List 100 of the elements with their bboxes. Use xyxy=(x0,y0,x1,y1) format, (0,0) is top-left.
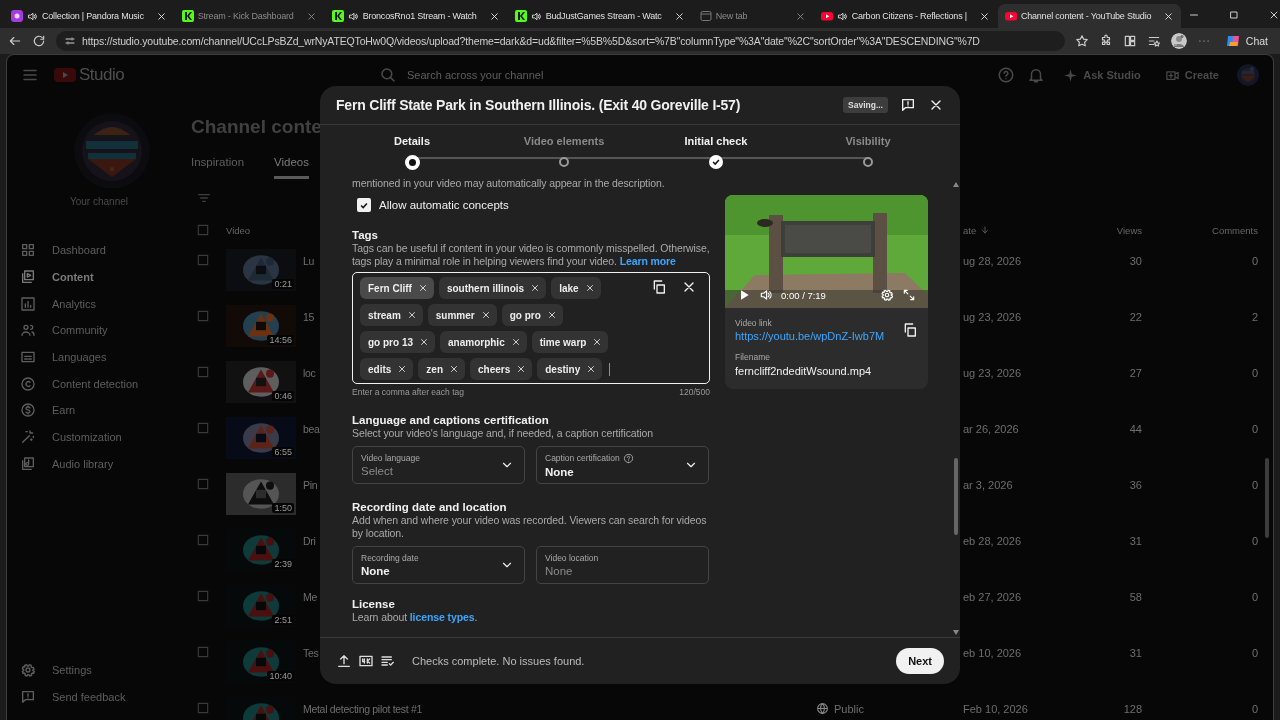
step-marker[interactable] xyxy=(863,157,873,167)
step-label[interactable]: Visibility xyxy=(845,135,891,147)
sidebar-item[interactable]: Send feedback xyxy=(7,683,191,710)
browser-tab[interactable]: Channel content - YouTube Studio xyxy=(997,4,1182,28)
checkbox[interactable] xyxy=(196,365,210,379)
tag-chip[interactable]: edits xyxy=(360,358,414,380)
search-field[interactable]: Search across your channel xyxy=(407,69,544,81)
star-icon[interactable] xyxy=(1074,34,1089,48)
sidebar-item[interactable]: Content xyxy=(7,263,191,291)
tag-chip[interactable]: time warp xyxy=(531,331,609,353)
tag-chip[interactable]: lake xyxy=(551,277,601,299)
checkbox[interactable] xyxy=(196,253,210,267)
comments-cell-text: 0 xyxy=(1250,702,1258,715)
tag-chip[interactable]: summer xyxy=(427,304,497,326)
tag-chip[interactable]: stream xyxy=(360,304,423,326)
tag-chip[interactable]: zen xyxy=(418,358,465,380)
date-cell-text: eb 27, 2026 xyxy=(963,590,1023,603)
dropdown[interactable]: Recording date None xyxy=(352,546,525,584)
section-heading: Language and captions certification xyxy=(352,413,550,427)
video-title[interactable]: Metal detecting pilot test #1 xyxy=(303,697,816,715)
fullscreen-icon[interactable] xyxy=(902,288,916,302)
remove-icon[interactable] xyxy=(546,310,557,320)
browser-tab[interactable]: Collection | Pandora Music xyxy=(4,4,174,28)
remove-icon[interactable] xyxy=(592,337,603,347)
help-icon[interactable] xyxy=(622,452,634,464)
step-marker[interactable] xyxy=(559,157,569,167)
checkbox[interactable] xyxy=(196,701,210,715)
copy-icon[interactable] xyxy=(902,322,918,338)
remove-icon[interactable] xyxy=(480,310,491,320)
copy-icon[interactable] xyxy=(651,279,667,295)
checkbox[interactable] xyxy=(196,421,210,435)
tag-chip[interactable]: cheers xyxy=(470,358,533,380)
browser-tab[interactable]: Stream - Kick Dashboard xyxy=(174,4,324,28)
scrollbar[interactable] xyxy=(1265,458,1269,538)
speaker-icon[interactable] xyxy=(759,288,773,302)
feedback-icon[interactable] xyxy=(900,97,916,113)
close-icon[interactable] xyxy=(155,10,167,22)
dropdown[interactable]: Caption certification None xyxy=(536,446,709,484)
checkbox[interactable] xyxy=(196,309,210,323)
status-badge: Saving... xyxy=(843,97,888,113)
input-field[interactable]: Video location None xyxy=(536,546,709,584)
remove-icon[interactable] xyxy=(516,364,527,374)
close-icon[interactable] xyxy=(488,10,500,22)
column-header[interactable]: ate xyxy=(963,224,977,236)
remove-icon[interactable] xyxy=(510,337,521,347)
dropdown[interactable]: Video language Select xyxy=(352,446,525,484)
remove-icon[interactable] xyxy=(530,283,541,293)
sidebar-item[interactable]: Settings xyxy=(7,656,191,684)
browser-tab[interactable]: BroncosRno1 Stream - Watch xyxy=(324,4,507,28)
step-label[interactable]: Video elements xyxy=(523,135,605,147)
video-link[interactable]: https://youtu.be/wpDnZ-Iwb7M xyxy=(735,330,885,342)
tag-chip[interactable]: destiny xyxy=(537,358,603,380)
views-cell-text: 30 xyxy=(1128,254,1142,267)
step-label[interactable]: Details xyxy=(393,135,431,147)
tag-chip[interactable]: go pro xyxy=(501,304,563,326)
step-marker[interactable] xyxy=(709,155,723,169)
tag-chip[interactable]: anamorphic xyxy=(440,331,527,353)
checkbox[interactable] xyxy=(196,223,210,237)
checkbox[interactable] xyxy=(196,645,210,659)
maximize-icon[interactable] xyxy=(1228,9,1241,21)
browser-tab[interactable]: Carbon Citizens - Reflections | xyxy=(813,4,997,28)
remove-icon[interactable] xyxy=(417,283,428,293)
content-tab[interactable]: Videos xyxy=(274,155,310,179)
scroll-up-icon[interactable] xyxy=(953,182,959,187)
speaker-icon xyxy=(530,10,542,22)
close-icon[interactable] xyxy=(1268,9,1280,21)
tag-chip[interactable]: go pro 13 xyxy=(360,331,435,353)
split-screen-icon[interactable] xyxy=(1122,34,1137,48)
checkbox[interactable] xyxy=(196,477,210,491)
scroll-down-icon[interactable] xyxy=(953,630,959,635)
browser-tab[interactable]: New tab xyxy=(692,4,813,28)
next-button[interactable]: Next xyxy=(896,648,944,674)
settings-icon[interactable] xyxy=(880,288,894,302)
tags-field[interactable]: Fern Cliff southern illinois lake stream summer go pro go pro 13 anamorphic time warp edits zen cheers destiny xyxy=(352,272,710,384)
tag-chip[interactable]: southern illinois xyxy=(438,277,547,299)
remove-icon[interactable] xyxy=(406,310,417,320)
step-label[interactable]: Initial check xyxy=(684,135,748,147)
reload-icon[interactable] xyxy=(32,34,46,48)
chat-button[interactable]: Chat xyxy=(1220,33,1272,49)
address-bar[interactable]: https://studio.youtube.com/channel/UCcLPsBZd_wrNyATEQToHw0Q/videos/upload?theme=dark&d=ud&filter=%5B%5D&sort=%7B"columnType"%3A"date"%2C"sortOrder"%3A"DESCENDING"%7D xyxy=(56,31,1065,51)
visibility-label: Public xyxy=(834,702,864,715)
sidebar-item[interactable]: Content detection xyxy=(7,370,191,398)
checkbox[interactable] xyxy=(196,533,210,547)
back-icon[interactable] xyxy=(8,34,22,48)
remove-icon[interactable] xyxy=(419,337,429,347)
date-cell-text: eb 28, 2026 xyxy=(963,534,1023,547)
remove-icon[interactable] xyxy=(397,364,408,374)
remove-icon[interactable] xyxy=(449,364,459,374)
checkbox[interactable] xyxy=(196,589,210,603)
learn-more-link[interactable]: Learn more xyxy=(619,255,676,267)
close-icon[interactable] xyxy=(673,10,685,22)
browser-tab[interactable]: BudJustGames Stream - Watc xyxy=(507,4,692,28)
magic-wand-icon xyxy=(20,429,36,446)
tag-chip[interactable]: Fern Cliff xyxy=(360,277,434,299)
remove-icon[interactable] xyxy=(584,283,595,293)
favorites-icon[interactable] xyxy=(1146,34,1161,48)
close-icon[interactable] xyxy=(978,10,990,22)
remove-icon[interactable] xyxy=(586,364,597,374)
close-icon[interactable] xyxy=(1163,10,1175,22)
scrollbar[interactable] xyxy=(954,458,958,535)
